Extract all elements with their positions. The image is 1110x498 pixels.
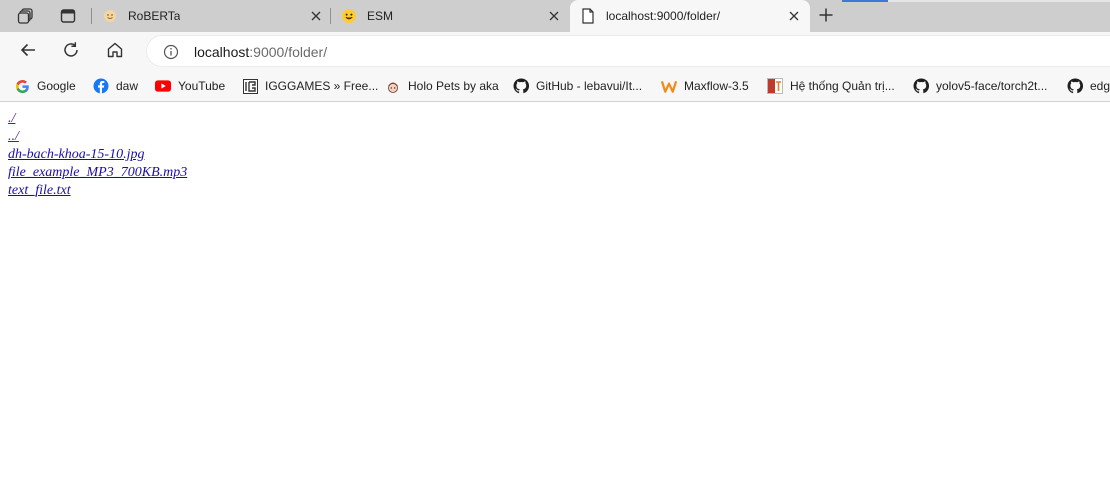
hugging-face-icon <box>341 8 357 24</box>
bookmark-edg[interactable]: edg <box>1067 76 1110 96</box>
youtube-icon <box>155 78 171 94</box>
bookmark-holo-pets[interactable]: Holo Pets by aka <box>385 76 499 96</box>
strip-accent <box>842 0 888 2</box>
listing-link-parent-dir[interactable]: ../ <box>8 128 187 146</box>
bookmark-label: GitHub - lebavui/It... <box>536 79 643 93</box>
bookmark-maxflow[interactable]: Maxflow-3.5 <box>661 76 749 96</box>
refresh-icon <box>62 41 80 62</box>
holo-pets-icon <box>385 78 401 94</box>
new-tab-button[interactable] <box>812 4 840 28</box>
refresh-button[interactable] <box>57 37 85 65</box>
url-text[interactable]: localhost:9000/folder/ <box>194 44 327 60</box>
close-tab-button[interactable] <box>787 9 801 23</box>
directory-listing: ./ ../ dh-bach-khoa-15-10.jpg file_examp… <box>8 110 187 200</box>
strip-edge <box>888 0 1110 2</box>
site-info-icon[interactable] <box>163 44 179 60</box>
page-icon <box>580 8 596 24</box>
tab-actions-icon <box>60 8 76 24</box>
tab-actions-button[interactable] <box>54 4 82 28</box>
listing-link-current-dir[interactable]: ./ <box>8 110 187 128</box>
tab-esm[interactable]: ESM <box>331 0 569 32</box>
bookmark-igggames[interactable]: IGGGAMES » Free... <box>242 76 378 96</box>
navigation-toolbar: localhost:9000/folder/ <box>0 32 1110 70</box>
bookmark-label: daw <box>116 79 139 93</box>
url-path: :9000/folder/ <box>249 44 328 60</box>
maxflow-icon <box>661 78 677 94</box>
tab-localhost-folder[interactable]: localhost:9000/folder/ <box>570 0 810 32</box>
facebook-icon <box>93 78 109 94</box>
bookmark-label: edg <box>1090 79 1110 93</box>
bookmark-label: Google <box>37 79 76 93</box>
igggames-icon <box>242 78 258 94</box>
bookmark-yolov5-face[interactable]: yolov5-face/torch2t... <box>913 76 1047 96</box>
bookmark-google[interactable]: Google <box>14 76 76 96</box>
bookmark-daw[interactable]: daw <box>93 76 138 96</box>
tab-strip: RoBERTa ESM localhost:9000/folder/ <box>0 0 1110 32</box>
github-icon <box>1067 78 1083 94</box>
back-arrow-icon <box>19 41 37 62</box>
tab-title: RoBERTa <box>128 9 181 23</box>
close-tab-button[interactable] <box>547 9 561 23</box>
bookmark-github-lebavui[interactable]: GitHub - lebavui/It... <box>513 76 642 96</box>
hugging-face-icon <box>102 8 118 24</box>
listing-link-file[interactable]: dh-bach-khoa-15-10.jpg <box>8 146 187 164</box>
close-tab-button[interactable] <box>309 9 323 23</box>
ht-icon <box>767 78 783 94</box>
bookmark-youtube[interactable]: YouTube <box>155 76 225 96</box>
bookmark-he-thong[interactable]: Hệ thống Quản trị... <box>767 76 895 96</box>
address-bar[interactable]: localhost:9000/folder/ <box>146 35 1110 67</box>
bookmark-label: IGGGAMES » Free... <box>265 79 379 93</box>
bookmark-label: YouTube <box>178 79 226 93</box>
listing-link-file[interactable]: file_example_MP3_700KB.mp3 <box>8 164 187 182</box>
tab-title: ESM <box>367 9 394 23</box>
github-icon <box>913 78 929 94</box>
workspaces-button[interactable] <box>12 4 40 28</box>
listing-link-file[interactable]: text_file.txt <box>8 182 187 200</box>
bookmark-label: Holo Pets by aka <box>408 79 499 93</box>
home-icon <box>106 41 124 62</box>
github-icon <box>513 78 529 94</box>
bookmark-label: Hệ thống Quản trị... <box>790 79 895 93</box>
bookmarks-bar: Google daw YouTube IGGGAMES » Free... Ho… <box>0 70 1110 102</box>
back-button[interactable] <box>14 37 42 65</box>
bookmark-label: yolov5-face/torch2t... <box>936 79 1048 93</box>
workspaces-icon <box>17 7 35 25</box>
url-host: localhost <box>194 44 250 60</box>
home-button[interactable] <box>101 37 129 65</box>
tab-roberta[interactable]: RoBERTa <box>92 0 330 32</box>
google-icon <box>14 78 30 94</box>
plus-icon <box>818 7 834 26</box>
tab-title: localhost:9000/folder/ <box>606 9 721 23</box>
bookmark-label: Maxflow-3.5 <box>684 79 749 93</box>
